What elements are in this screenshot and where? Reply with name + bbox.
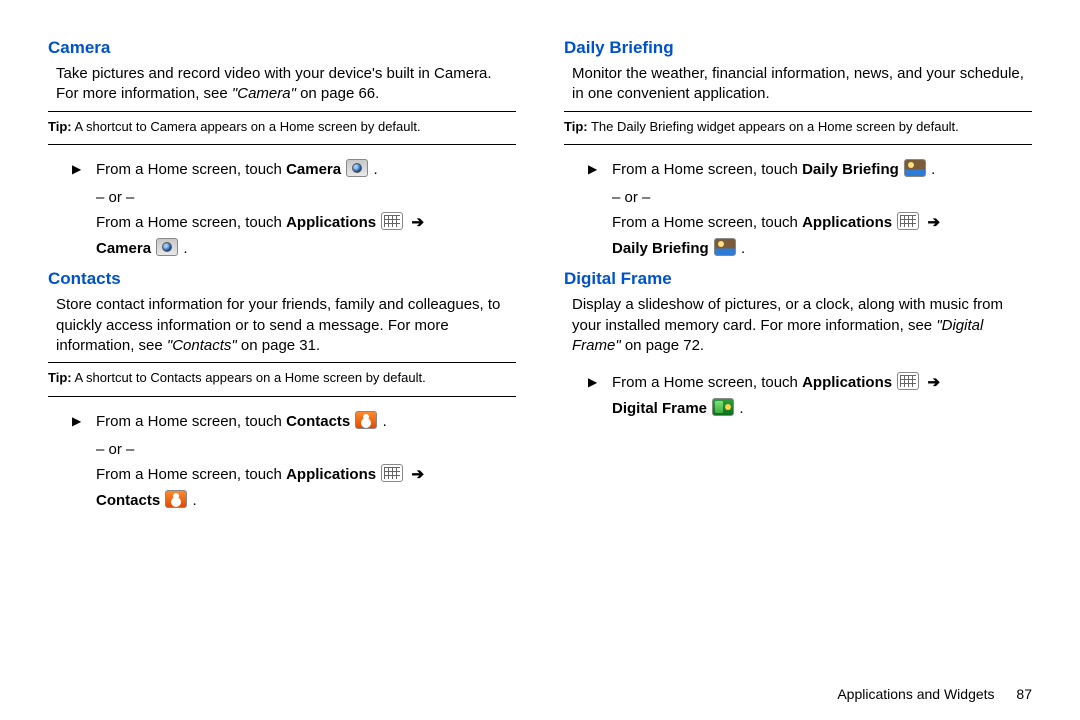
applications-icon: [381, 464, 403, 482]
camera-heading: Camera: [48, 38, 516, 58]
applications-label: Applications: [802, 214, 892, 231]
step-text: From a Home screen, touch: [96, 214, 286, 231]
camera-icon: [156, 238, 178, 256]
separator: [564, 111, 1032, 112]
contacts-label: Contacts: [286, 413, 350, 430]
arrow-icon: ➔: [411, 462, 424, 488]
frame-description: Display a slideshow of pictures, or a cl…: [564, 295, 1032, 356]
contacts-steps: From a Home screen, touch Contacts . – o…: [48, 401, 516, 519]
briefing-step-home: From a Home screen, touch Daily Briefing…: [588, 157, 1032, 183]
arrow-icon: ➔: [927, 370, 940, 396]
step-text: From a Home screen, touch: [96, 466, 286, 483]
frame-desc-post: on page 72.: [621, 337, 704, 354]
contacts-icon: [355, 411, 377, 429]
tip-label: Tip:: [48, 370, 72, 385]
or-line: – or –: [72, 185, 516, 211]
period: .: [179, 240, 187, 257]
briefing-step-apps: From a Home screen, touch Applications ➔…: [588, 210, 1032, 261]
briefing-steps: From a Home screen, touch Daily Briefing…: [564, 149, 1032, 267]
period: .: [737, 240, 745, 257]
camera-desc-post: on page 66.: [296, 85, 379, 102]
footer-section: Applications and Widgets: [837, 686, 994, 702]
contacts-ref: "Contacts": [167, 337, 237, 354]
separator: [48, 362, 516, 363]
tip-text: A shortcut to Camera appears on a Home s…: [72, 119, 421, 134]
digital-frame-icon: [712, 398, 734, 416]
right-column: Daily Briefing Monitor the weather, fina…: [564, 36, 1032, 672]
daily-briefing-icon: [904, 159, 926, 177]
briefing-label: Daily Briefing: [612, 240, 709, 257]
separator: [564, 144, 1032, 145]
applications-label: Applications: [286, 466, 376, 483]
frame-heading: Digital Frame: [564, 269, 1032, 289]
camera-icon: [346, 159, 368, 177]
page-footer: Applications and Widgets 87: [48, 672, 1032, 702]
period: .: [927, 161, 935, 178]
frame-label: Digital Frame: [612, 400, 707, 417]
separator: [48, 144, 516, 145]
applications-label: Applications: [286, 214, 376, 231]
tip-label: Tip:: [564, 119, 588, 134]
applications-icon: [381, 212, 403, 230]
step-text: From a Home screen, touch: [612, 374, 802, 391]
or-line: – or –: [72, 437, 516, 463]
contacts-heading: Contacts: [48, 269, 516, 289]
daily-briefing-icon: [714, 238, 736, 256]
step-text: From a Home screen, touch: [96, 161, 286, 178]
arrow-icon: ➔: [411, 210, 424, 236]
camera-ref: "Camera": [232, 85, 296, 102]
camera-description: Take pictures and record video with your…: [48, 64, 516, 105]
arrow-icon: ➔: [927, 210, 940, 236]
contacts-step-apps: From a Home screen, touch Applications ➔…: [72, 462, 516, 513]
briefing-label: Daily Briefing: [802, 161, 899, 178]
left-column: Camera Take pictures and record video wi…: [48, 36, 516, 672]
contacts-description: Store contact information for your frien…: [48, 295, 516, 356]
tip-label: Tip:: [48, 119, 72, 134]
applications-icon: [897, 372, 919, 390]
applications-label: Applications: [802, 374, 892, 391]
separator: [48, 396, 516, 397]
tip-text: A shortcut to Contacts appears on a Home…: [72, 370, 426, 385]
briefing-tip: Tip: The Daily Briefing widget appears o…: [564, 116, 1032, 139]
footer-page-number: 87: [1016, 686, 1032, 702]
contacts-step-home: From a Home screen, touch Contacts .: [72, 409, 516, 435]
contacts-label: Contacts: [96, 492, 160, 509]
period: .: [188, 492, 196, 509]
camera-step-apps: From a Home screen, touch Applications ➔…: [72, 210, 516, 261]
camera-label: Camera: [286, 161, 341, 178]
frame-step-apps: From a Home screen, touch Applications ➔…: [588, 370, 1032, 421]
period: .: [369, 161, 377, 178]
two-column-layout: Camera Take pictures and record video wi…: [48, 36, 1032, 672]
contacts-tip: Tip: A shortcut to Contacts appears on a…: [48, 367, 516, 390]
applications-icon: [897, 212, 919, 230]
period: .: [735, 400, 743, 417]
step-text: From a Home screen, touch: [96, 413, 286, 430]
or-line: – or –: [588, 185, 1032, 211]
contacts-icon: [165, 490, 187, 508]
camera-steps: From a Home screen, touch Camera . – or …: [48, 149, 516, 267]
camera-step-home: From a Home screen, touch Camera .: [72, 157, 516, 183]
camera-tip: Tip: A shortcut to Camera appears on a H…: [48, 116, 516, 139]
briefing-description: Monitor the weather, financial informati…: [564, 64, 1032, 105]
separator: [48, 111, 516, 112]
step-text: From a Home screen, touch: [612, 214, 802, 231]
tip-text: The Daily Briefing widget appears on a H…: [588, 119, 959, 134]
frame-steps: From a Home screen, touch Applications ➔…: [564, 362, 1032, 427]
contacts-desc-post: on page 31.: [237, 337, 320, 354]
period: .: [378, 413, 386, 430]
step-text: From a Home screen, touch: [612, 161, 802, 178]
camera-label: Camera: [96, 240, 151, 257]
briefing-heading: Daily Briefing: [564, 38, 1032, 58]
